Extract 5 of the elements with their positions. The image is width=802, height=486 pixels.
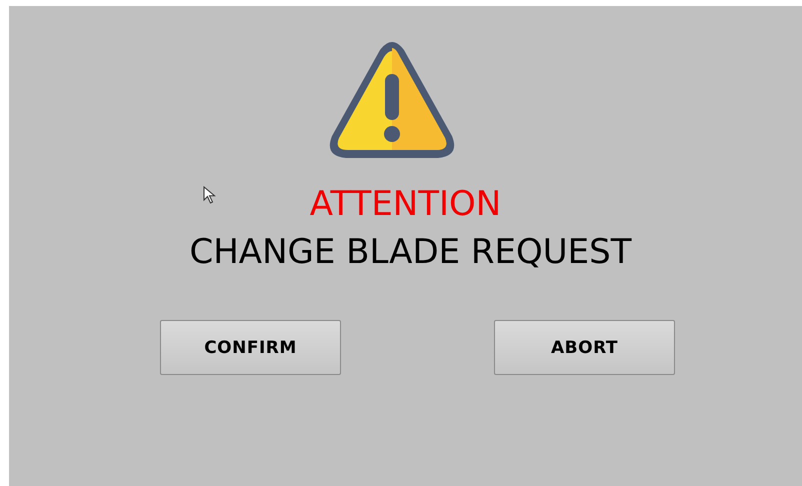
abort-button[interactable]: ABORT <box>494 320 675 375</box>
cursor-icon <box>203 186 217 204</box>
alert-message: CHANGE BLADE REQUEST <box>190 232 632 272</box>
alert-title: ATTENTION <box>310 184 502 224</box>
confirm-button[interactable]: CONFIRM <box>160 320 341 375</box>
